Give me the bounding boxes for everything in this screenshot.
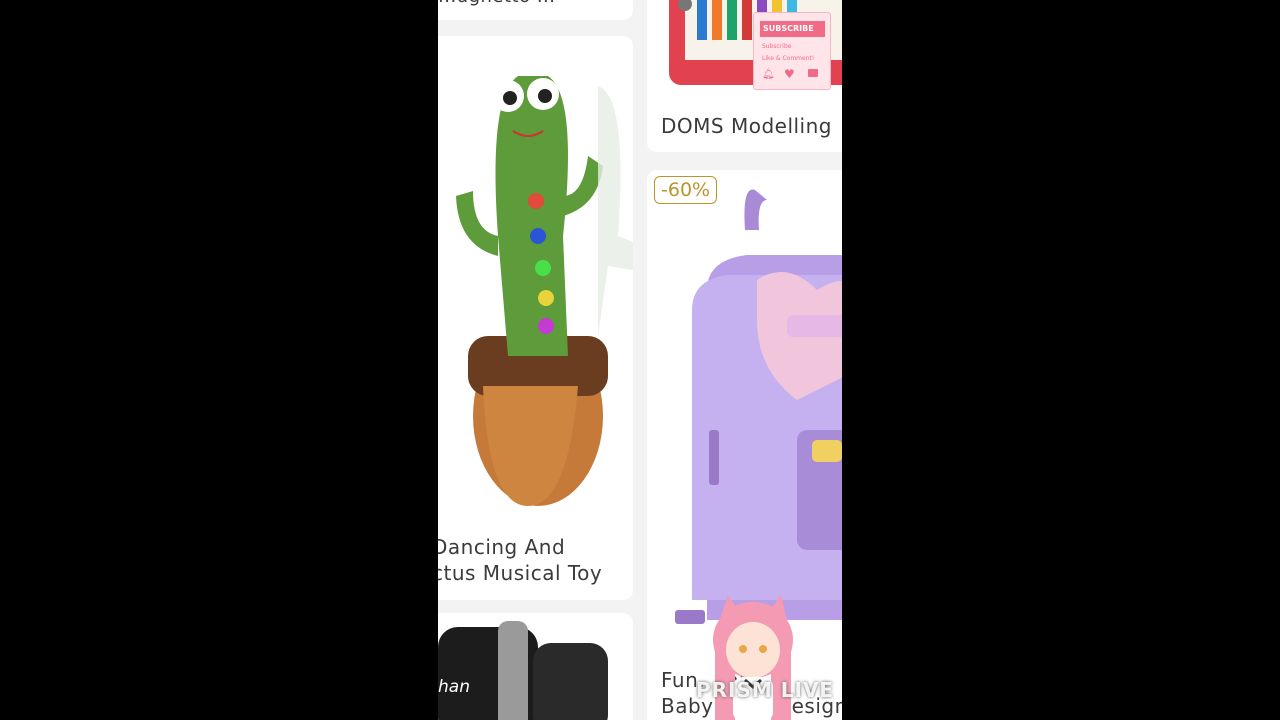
product-title-line1: Dancing And [438, 535, 566, 559]
watermark: PRISM LIVE [696, 678, 835, 702]
product-card-cactus[interactable]: Dancing And ctus Musical Toy [438, 36, 633, 600]
product-card-top-left[interactable]: ...ughetto ... [438, 0, 633, 20]
product-feed: ...ughetto ... SUBSCRIBE Subscribe Like … [438, 0, 842, 720]
product-image [438, 621, 608, 720]
subscribe-button[interactable]: SUBSCRIBE [760, 21, 825, 37]
subscribe-overlay: SUBSCRIBE Subscribe Like & Comment! 🔔︎ ♥ [753, 12, 831, 90]
product-title: DOMS Modelling [661, 114, 832, 138]
product-card-watch[interactable]: han [438, 613, 633, 720]
product-title-line2: ctus Musical Toy [438, 561, 603, 585]
heart-icon: ♥ [784, 67, 795, 81]
bell-icon: 🔔︎ [762, 69, 775, 80]
product-image [675, 189, 842, 624]
subscribe-text: Subscribe [762, 43, 792, 50]
product-card-doms[interactable]: SUBSCRIBE Subscribe Like & Comment! 🔔︎ ♥… [647, 0, 842, 152]
comment-icon [808, 69, 818, 77]
product-image [456, 76, 633, 506]
like-comment-text: Like & Comment! [762, 55, 815, 62]
watch-brand-text: han [438, 677, 470, 697]
product-title: ...ughetto ... [438, 0, 556, 10]
